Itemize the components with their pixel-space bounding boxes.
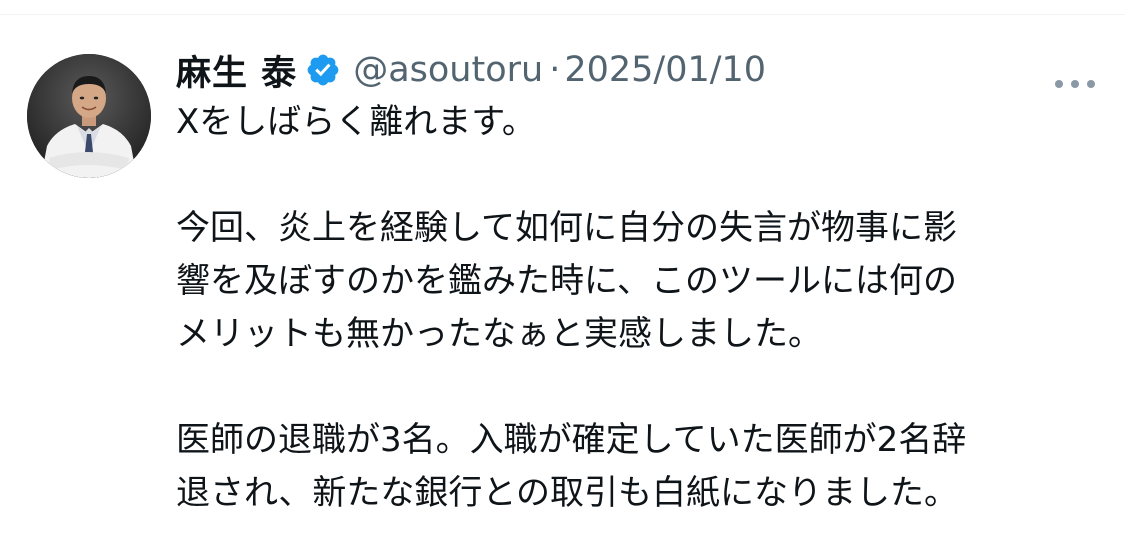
avatar[interactable] <box>27 54 151 178</box>
more-dot <box>1055 80 1063 88</box>
more-dot <box>1071 80 1079 88</box>
more-dot <box>1087 80 1095 88</box>
verified-badge-icon[interactable] <box>305 52 341 88</box>
display-name[interactable]: 麻生 泰 <box>176 45 297 96</box>
tweet-date[interactable]: 2025/01/10 <box>564 50 766 90</box>
tweet-text: Xをしばらく離れます。 今回、炎上を経験して如何に自分の失言が物事に影 響を及ぼ… <box>176 96 1096 520</box>
tweet-text-line: 医師の退職が3名。入職が確定していた医師が2名辞 <box>176 420 967 460</box>
tweet-text-line: 退され、新たな銀行との取引も白紙になりました。 <box>176 473 958 513</box>
tweet[interactable]: 麻生 泰 @asoutoru · 2025/01/10 Xをしばらく離れます。 … <box>0 15 1125 553</box>
tweet-text-line: 今回、炎上を経験して如何に自分の失言が物事に影 <box>176 208 957 248</box>
tweet-text-line: メリットも無かったなぁと実感しました。 <box>176 314 822 354</box>
user-handle[interactable]: @asoutoru <box>353 50 543 90</box>
tweet-text-line: 響を及ぼすのかを鑑みた時に、このツールには何の <box>176 261 957 301</box>
tweet-header: 麻生 泰 @asoutoru · 2025/01/10 <box>176 45 766 95</box>
separator-dot: · <box>549 50 561 90</box>
tweet-text-line: Xをしばらく離れます。 <box>176 102 536 142</box>
more-horizontal-icon[interactable] <box>1053 70 1097 98</box>
